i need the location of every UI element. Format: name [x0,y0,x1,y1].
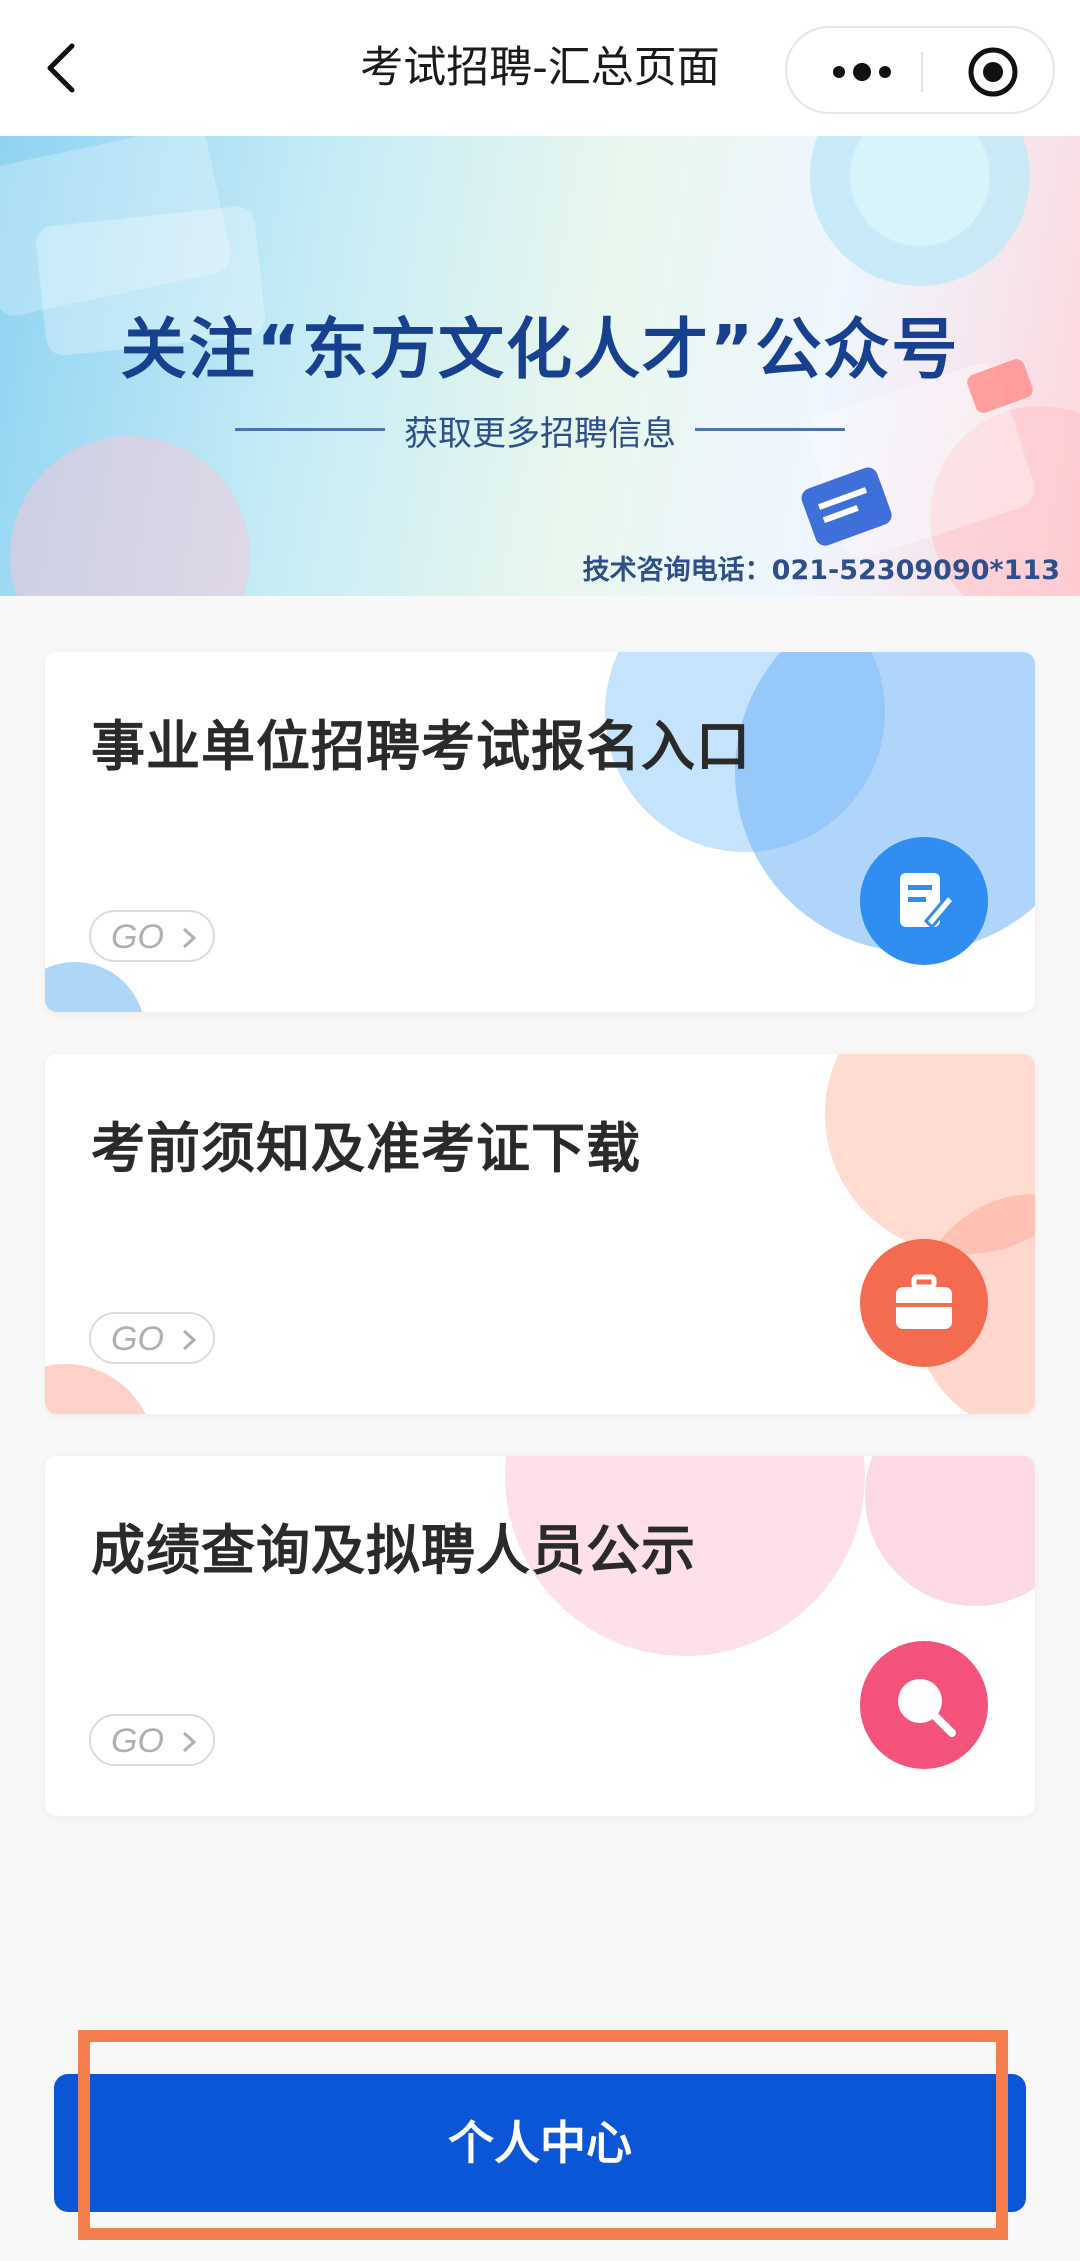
card-admission-ticket[interactable]: 考前须知及准考证下载 GO [45,1054,1035,1414]
go-label: GO [111,1722,164,1760]
go-button[interactable]: GO [89,1714,215,1766]
capsule-divider [921,52,923,92]
chevron-right-icon [182,1731,197,1753]
edit-icon [860,837,988,965]
more-button[interactable] [827,52,897,92]
search-icon [860,1641,988,1769]
highlight-box [78,2030,1008,2240]
chevron-left-icon [47,43,75,93]
close-target-icon [968,47,1018,97]
card-results[interactable]: 成绩查询及拟聘人员公示 GO [45,1456,1035,1816]
chevron-right-icon [182,927,197,949]
banner-headline: 关注“东方文化人才”公众号 [120,311,960,388]
banner-divider-right [695,428,845,431]
go-button[interactable]: GO [89,1312,215,1364]
go-label: GO [111,1320,164,1358]
go-button[interactable]: GO [89,910,215,962]
nav-bar: 考试招聘-汇总页面 [0,0,1080,136]
promo-banner[interactable]: 关注“东方文化人才”公众号 获取更多招聘信息 技术咨询电话：021-523090… [0,136,1080,596]
card-title: 成绩查询及拟聘人员公示 [91,1519,696,1582]
go-label: GO [111,918,164,956]
back-button[interactable] [28,32,100,104]
banner-subtitle: 获取更多招聘信息 [404,414,676,454]
banner-phone: 技术咨询电话：021-52309090*113 [582,555,1060,586]
chevron-right-icon [182,1329,197,1351]
mini-program-capsule [785,26,1055,114]
card-registration[interactable]: 事业单位招聘考试报名入口 GO [45,652,1035,1012]
card-title: 事业单位招聘考试报名入口 [91,715,751,778]
close-button[interactable] [965,44,1021,100]
card-title: 考前须知及准考证下载 [91,1117,641,1180]
more-dots-icon [833,63,891,81]
page: 考试招聘-汇总页面 关注“东方文化人才”公众号 获取更多招聘信息 技术咨询电话：… [0,0,1080,2261]
page-title: 考试招聘-汇总页面 [360,43,720,93]
briefcase-icon [860,1239,988,1367]
